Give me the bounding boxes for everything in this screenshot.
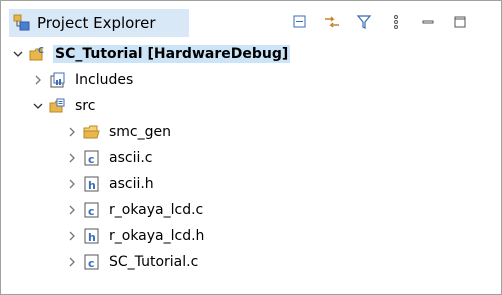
panel-title: Project Explorer	[37, 14, 156, 32]
panel-header: Project Explorer	[1, 1, 501, 37]
c-file-icon: c	[83, 201, 101, 219]
tree-item-label: SC_Tutorial.c	[109, 254, 199, 270]
chevron-down-icon[interactable]	[11, 47, 25, 61]
project-tree: C SC_Tutorial [HardwareDebug] Includes s…	[1, 41, 501, 275]
tree-item-project[interactable]: C SC_Tutorial [HardwareDebug]	[1, 41, 501, 67]
svg-text:c: c	[88, 153, 95, 166]
chevron-right-icon[interactable]	[65, 203, 79, 217]
view-menu-icon[interactable]	[385, 11, 407, 33]
tree-item-label: src	[75, 98, 96, 114]
tree-item-label: r_okaya_lcd.c	[109, 202, 204, 218]
chevron-right-icon[interactable]	[65, 229, 79, 243]
tree-item-src[interactable]: src	[1, 93, 501, 119]
project-icon: C	[29, 45, 47, 63]
minimize-icon[interactable]	[417, 11, 439, 33]
tree-item-ascii-h[interactable]: h ascii.h	[1, 171, 501, 197]
collapse-all-icon[interactable]	[289, 11, 311, 33]
project-explorer-panel: Project Explorer C SC_Tutorial [Hardware…	[0, 0, 502, 295]
c-file-icon: c	[83, 253, 101, 271]
tree-item-label: Includes	[75, 72, 134, 88]
svg-text:h: h	[88, 231, 96, 244]
chevron-right-icon[interactable]	[31, 73, 45, 87]
c-file-icon: c	[83, 149, 101, 167]
chevron-down-icon[interactable]	[31, 99, 45, 113]
tree-item-label: ascii.c	[109, 150, 153, 166]
includes-icon	[49, 71, 67, 89]
chevron-right-icon[interactable]	[65, 255, 79, 269]
svg-text:h: h	[88, 179, 96, 192]
tree-item-sc-tutorial-c[interactable]: c SC_Tutorial.c	[1, 249, 501, 275]
filter-icon[interactable]	[353, 11, 375, 33]
project-explorer-icon	[13, 14, 31, 32]
tree-item-label: smc_gen	[109, 124, 172, 140]
tree-item-smc-gen[interactable]: smc_gen	[1, 119, 501, 145]
chevron-right-icon[interactable]	[65, 177, 79, 191]
tree-item-includes[interactable]: Includes	[1, 67, 501, 93]
tree-item-label: SC_Tutorial [HardwareDebug]	[53, 45, 291, 63]
tree-item-label: r_okaya_lcd.h	[109, 228, 205, 244]
chevron-right-icon[interactable]	[65, 151, 79, 165]
maximize-icon[interactable]	[449, 11, 471, 33]
tree-item-r-okaya-lcd-c[interactable]: c r_okaya_lcd.c	[1, 197, 501, 223]
source-folder-icon	[49, 97, 67, 115]
view-toolbar	[289, 11, 481, 33]
folder-icon	[83, 123, 101, 141]
svg-text:c: c	[88, 205, 95, 218]
h-file-icon: h	[83, 227, 101, 245]
svg-text:C: C	[38, 46, 44, 55]
link-with-editor-icon[interactable]	[321, 11, 343, 33]
h-file-icon: h	[83, 175, 101, 193]
tree-item-ascii-c[interactable]: c ascii.c	[1, 145, 501, 171]
tree-item-label: ascii.h	[109, 176, 154, 192]
svg-text:c: c	[88, 257, 95, 270]
chevron-right-icon[interactable]	[65, 125, 79, 139]
tab-project-explorer[interactable]: Project Explorer	[9, 9, 189, 37]
tree-item-r-okaya-lcd-h[interactable]: h r_okaya_lcd.h	[1, 223, 501, 249]
